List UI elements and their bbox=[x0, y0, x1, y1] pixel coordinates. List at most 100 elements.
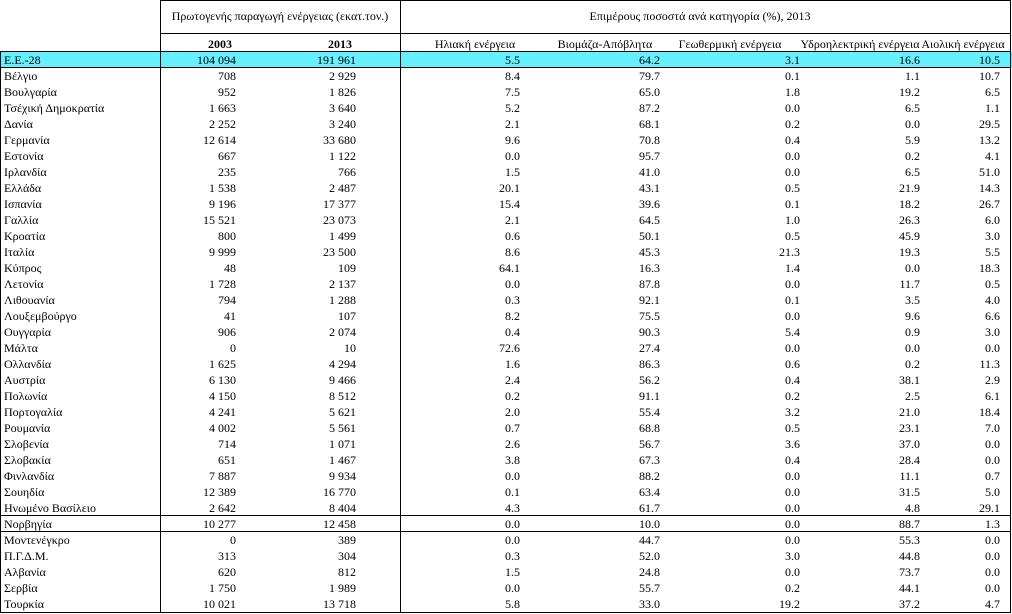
cell-wind: 51.0 bbox=[979, 165, 1000, 179]
cell-v2003: 952 bbox=[218, 85, 236, 99]
cell-name: Λιθουανία bbox=[4, 293, 55, 307]
cell-v2003: 800 bbox=[218, 229, 236, 243]
cell-hydro: 0.0 bbox=[905, 341, 920, 355]
cell-wind: 6.1 bbox=[985, 389, 1000, 403]
cell-wind: 11.3 bbox=[979, 357, 1000, 371]
cell-v2013: 2 074 bbox=[329, 325, 356, 339]
cell-v2013: 3 240 bbox=[329, 117, 356, 131]
table-row: Ιταλία 9 999 23 500 8.6 45.3 21.3 19.3 5.5 bbox=[0, 244, 1012, 260]
cell-v2013: 389 bbox=[338, 533, 356, 547]
cell-name: Ελλάδα bbox=[4, 181, 42, 195]
cell-geo: 0.0 bbox=[785, 485, 800, 499]
table-row: Φινλανδία 7 887 9 934 0.0 88.2 0.0 11.1 0.7 bbox=[0, 468, 1012, 484]
cell-wind: 5.5 bbox=[985, 245, 1000, 259]
cell-v2013: 12 458 bbox=[323, 517, 356, 531]
cell-v2003: 1 663 bbox=[209, 101, 236, 115]
cell-v2003: 7 887 bbox=[209, 469, 236, 483]
table-row: Σουηδία 12 389 16 770 0.1 63.4 0.0 31.5 5.0 bbox=[0, 484, 1012, 500]
cell-v2003: 9 999 bbox=[209, 245, 236, 259]
cell-hydro: 0.2 bbox=[905, 149, 920, 163]
col-header-hydro: Υδροηλεκτρική ενέργεια bbox=[800, 37, 920, 51]
cell-v2013: 1 071 bbox=[329, 437, 356, 451]
cell-solar: 2.4 bbox=[505, 373, 520, 387]
cell-bio: 33.0 bbox=[639, 597, 660, 611]
cell-hydro: 19.3 bbox=[899, 245, 920, 259]
cell-hydro: 37.2 bbox=[899, 597, 920, 611]
cell-wind: 0.0 bbox=[985, 437, 1000, 451]
cell-name: Σλοβενία bbox=[4, 437, 49, 451]
cell-solar: 5.2 bbox=[505, 101, 520, 115]
cell-v2003: 667 bbox=[218, 149, 236, 163]
cell-v2013: 9 934 bbox=[329, 469, 356, 483]
cell-name: Τουρκία bbox=[4, 597, 44, 611]
table-row: Πολωνία 4 150 8 512 0.2 91.1 0.2 2.5 6.1 bbox=[0, 388, 1012, 404]
cell-wind: 4.0 bbox=[985, 293, 1000, 307]
cell-v2013: 304 bbox=[338, 549, 356, 563]
cell-hydro: 5.9 bbox=[905, 133, 920, 147]
cell-hydro: 11.7 bbox=[899, 277, 920, 291]
cell-bio: 68.8 bbox=[639, 421, 660, 435]
cell-v2013: 33 680 bbox=[323, 133, 356, 147]
cell-geo: 3.0 bbox=[785, 549, 800, 563]
cell-geo: 0.0 bbox=[785, 533, 800, 547]
table-row: Τσέχική Δημοκρατία 1 663 3 640 5.2 87.2 0.0 6.… bbox=[0, 100, 1012, 116]
table-row: Λιθουανία 794 1 288 0.3 92.1 0.1 3.5 4.0 bbox=[0, 292, 1012, 308]
rule-top bbox=[160, 0, 1011, 1]
cell-solar: 2.0 bbox=[505, 405, 520, 419]
table-row: Γερμανία 12 614 33 680 9.6 70.8 0.4 5.9 13.2 bbox=[0, 132, 1012, 148]
cell-v2003: 4 150 bbox=[209, 389, 236, 403]
cell-geo: 0.0 bbox=[785, 341, 800, 355]
cell-name: Κύπρος bbox=[4, 261, 42, 275]
cell-v2013: 2 487 bbox=[329, 181, 356, 195]
cell-solar: 0.3 bbox=[505, 293, 520, 307]
cell-v2003: 12 389 bbox=[203, 485, 236, 499]
cell-hydro: 6.5 bbox=[905, 165, 920, 179]
cell-name: Σουηδία bbox=[4, 485, 45, 499]
cell-v2013: 8 512 bbox=[329, 389, 356, 403]
cell-name: Γαλλία bbox=[4, 213, 39, 227]
table-row: Ρουμανία 4 002 5 561 0.7 68.8 0.5 23.1 7.0 bbox=[0, 420, 1012, 436]
table-row: Ολλανδία 1 625 4 294 1.6 86.3 0.6 0.2 11.3 bbox=[0, 356, 1012, 372]
cell-wind: 3.0 bbox=[985, 229, 1000, 243]
cell-geo: 3.2 bbox=[785, 405, 800, 419]
cell-wind: 26.7 bbox=[979, 197, 1000, 211]
cell-hydro: 1.1 bbox=[905, 69, 920, 83]
cell-v2013: 3 640 bbox=[329, 101, 356, 115]
cell-name: Αλβανία bbox=[4, 565, 46, 579]
cell-name: Τσέχική Δημοκρατία bbox=[4, 101, 105, 115]
cell-name: Γερμανία bbox=[4, 133, 50, 147]
cell-bio: 95.7 bbox=[639, 149, 660, 163]
cell-v2013: 1 826 bbox=[329, 85, 356, 99]
cell-hydro: 31.5 bbox=[899, 485, 920, 499]
cell-hydro: 0.2 bbox=[905, 357, 920, 371]
cell-v2003: 620 bbox=[218, 565, 236, 579]
cell-bio: 63.4 bbox=[639, 485, 660, 499]
cell-name: Δανία bbox=[4, 117, 33, 131]
cell-name: Πορτογαλία bbox=[4, 405, 63, 419]
cell-geo: 0.5 bbox=[785, 181, 800, 195]
cell-name: Λουξεμβούργο bbox=[4, 309, 77, 323]
cell-v2003: 906 bbox=[218, 325, 236, 339]
cell-solar: 20.1 bbox=[499, 181, 520, 195]
cell-solar: 0.2 bbox=[505, 389, 520, 403]
cell-geo: 0.4 bbox=[785, 133, 800, 147]
cell-name: Εστονία bbox=[4, 149, 44, 163]
cell-hydro: 16.6 bbox=[899, 53, 920, 67]
cell-bio: 87.8 bbox=[639, 277, 660, 291]
col-header-2003: 2003 bbox=[208, 37, 232, 51]
table-row: Βέλγιο 708 2 929 8.4 79.7 0.1 1.1 10.7 bbox=[0, 68, 1012, 84]
cell-v2013: 191 961 bbox=[317, 53, 356, 67]
cell-wind: 18.3 bbox=[979, 261, 1000, 275]
cell-solar: 0.7 bbox=[505, 421, 520, 435]
cell-bio: 24.8 bbox=[639, 565, 660, 579]
table-row: Ουγγαρία 906 2 074 0.4 90.3 5.4 0.9 3.0 bbox=[0, 324, 1012, 340]
cell-bio: 43.1 bbox=[639, 181, 660, 195]
cell-geo: 0.0 bbox=[785, 501, 800, 515]
table-row: Κροατία 800 1 499 0.6 50.1 0.5 45.9 3.0 bbox=[0, 228, 1012, 244]
cell-solar: 2.6 bbox=[505, 437, 520, 451]
cell-geo: 0.0 bbox=[785, 277, 800, 291]
table-row: Ελλάδα 1 538 2 487 20.1 43.1 0.5 21.9 14.3 bbox=[0, 180, 1012, 196]
cell-bio: 55.4 bbox=[639, 405, 660, 419]
cell-hydro: 38.1 bbox=[899, 373, 920, 387]
cell-wind: 0.0 bbox=[985, 581, 1000, 595]
